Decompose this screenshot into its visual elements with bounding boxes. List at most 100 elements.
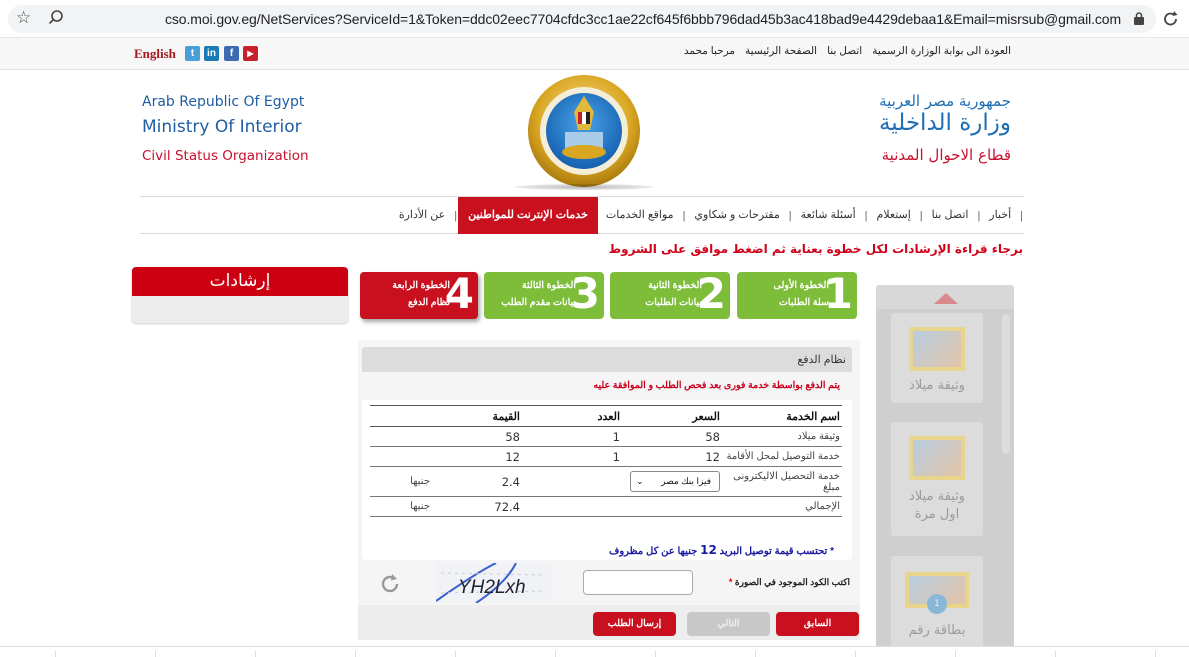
nav-separator: | xyxy=(788,209,792,222)
captcha-image: YH2Lxh xyxy=(436,563,551,603)
ministry-portal-link[interactable]: العودة الى بوابة الوزارة الرسمية xyxy=(872,45,1011,57)
header-en-org: Civil Status Organization xyxy=(142,148,309,164)
service-card-id-card[interactable]: 1 بطاقة رقم xyxy=(891,556,983,651)
zoom-icon[interactable] xyxy=(48,9,64,25)
nav-separator: | xyxy=(682,209,686,222)
header-ar-country: جمهورية مصر العربية xyxy=(879,92,1011,110)
step-title: الخطوة الثالثة xyxy=(521,280,576,291)
nav-news[interactable]: أخبار xyxy=(981,197,1019,234)
nav-separator: | xyxy=(1020,209,1023,222)
total-row: الإجمالي 72.4 جنيها xyxy=(370,496,842,517)
payment-note: يتم الدفع بواسطة خدمة فورى بعد فحص الطلب… xyxy=(593,380,840,391)
youtube-icon[interactable]: ▶ xyxy=(243,46,258,61)
star-icon[interactable]: ☆ xyxy=(16,8,31,28)
total-value: 72.4 xyxy=(432,496,522,517)
birth-certificate-image xyxy=(909,327,965,371)
postal-note-prefix: * تحتسب قيمة توصيل البريد xyxy=(719,546,834,557)
payment-method-value: فيزا بنك مصر xyxy=(661,476,711,486)
step-number: 4 xyxy=(444,269,474,318)
logo-shadow xyxy=(515,184,653,190)
step-title: الخطوة الرابعة xyxy=(392,280,450,291)
step-4[interactable]: 4 الخطوة الرابعة نظام الدفع xyxy=(360,269,478,319)
required-mark: * xyxy=(728,577,733,587)
english-link[interactable]: English xyxy=(134,46,176,62)
step-title: الخطوة الأولى xyxy=(773,280,829,291)
top-strip: English t in f ▶ مرحبا محمد الصفحة الرئي… xyxy=(0,38,1189,70)
instructions-notice: برجاء قراءة الإرشادات لكل خطوة بعناية ثم… xyxy=(608,242,1023,256)
nav-contact[interactable]: اتصل بنا xyxy=(924,197,977,234)
guide-title: إرشادات xyxy=(132,267,348,296)
captcha-input[interactable] xyxy=(583,570,693,595)
step-number: 2 xyxy=(696,269,726,318)
step-3[interactable]: 3 الخطوة الثالثة بيانات مقدم الطلب xyxy=(484,269,604,319)
step-2[interactable]: 2 الخطوة الثانية بيانات الطلبات xyxy=(610,269,730,319)
service-count: 1 xyxy=(522,426,622,447)
total-unit: جنيها xyxy=(370,496,432,517)
e-fee-row: خدمة التحصيل الاليكترونى مبلغ فيزا بنك م… xyxy=(370,466,842,497)
postal-note: * تحتسب قيمة توصيل البريد 12 جنيها عن كل… xyxy=(609,543,834,557)
captcha-label: اكتب الكود الموجود في الصورة * xyxy=(729,577,850,588)
col-price: السعر xyxy=(622,405,722,427)
service-name: خدمة التوصيل لمحل الأقامة xyxy=(722,446,842,467)
previous-button[interactable]: السابق xyxy=(776,612,859,636)
service-card-label: وثيقة ميلاد xyxy=(909,378,965,393)
nav-inquiry[interactable]: إستعلام xyxy=(869,197,919,234)
slider-up-arrow-icon[interactable] xyxy=(934,293,958,304)
nav-about[interactable]: عن الأدارة xyxy=(391,197,453,234)
col-service: اسم الخدمة xyxy=(722,405,842,427)
e-fee-value: 2.4 xyxy=(432,466,522,497)
step-subtitle: بيانات مقدم الطلب xyxy=(501,297,576,308)
nav-faq[interactable]: أسئلة شائعة xyxy=(793,197,864,234)
table-row: وثيقة ميلاد 58 1 58 xyxy=(370,426,842,447)
service-unit xyxy=(370,446,432,467)
service-count: 1 xyxy=(522,446,622,467)
service-price: 12 xyxy=(622,446,722,467)
nav-service-locations[interactable]: مواقع الخدمات xyxy=(598,197,682,234)
payment-method-select[interactable]: فيزا بنك مصر ⌄ xyxy=(630,471,720,492)
address-bar[interactable]: ☆ cso.moi.gov.eg/NetServices?ServiceId=1… xyxy=(8,5,1156,33)
service-card-label: وثيقة ميلاد اول مرة xyxy=(909,489,965,522)
contact-link[interactable]: اتصل بنا xyxy=(827,45,862,57)
step-subtitle: بيانات الطلبات xyxy=(645,297,702,308)
nav-separator: | xyxy=(977,209,981,222)
nav-suggestions[interactable]: مقترحات و شكاوي xyxy=(686,197,787,234)
table-header-row: اسم الخدمة السعر العدد القيمة xyxy=(370,405,842,427)
next-button[interactable]: التالي xyxy=(687,612,770,636)
top-links: مرحبا محمد الصفحة الرئيسية اتصل بنا العو… xyxy=(684,45,1011,57)
step-number: 3 xyxy=(570,269,600,318)
twitter-icon[interactable]: t xyxy=(185,46,200,61)
welcome-user: مرحبا محمد xyxy=(683,45,736,57)
reload-icon[interactable] xyxy=(1161,9,1181,29)
lock-icon[interactable] xyxy=(1134,12,1144,25)
service-card-label: بطاقة رقم xyxy=(908,623,966,638)
service-card-birth-cert[interactable]: وثيقة ميلاد xyxy=(891,313,983,403)
facebook-icon[interactable]: f xyxy=(224,46,239,61)
nav-separator: | xyxy=(864,209,868,222)
payment-header: نظام الدفع xyxy=(362,347,852,372)
slider-scrollbar[interactable] xyxy=(1002,314,1010,454)
url-text[interactable]: cso.moi.gov.eg/NetServices?ServiceId=1&T… xyxy=(165,11,1121,27)
payment-card: اسم الخدمة السعر العدد القيمة وثيقة ميلا… xyxy=(362,400,852,560)
chevron-down-icon: ⌄ xyxy=(636,476,644,486)
step-1[interactable]: 1 الخطوة الأولى سلة الطلبات xyxy=(737,269,857,319)
postal-note-amount: 12 xyxy=(700,543,717,557)
captcha-refresh-icon[interactable] xyxy=(378,572,402,596)
step-subtitle: نظام الدفع xyxy=(408,297,450,308)
home-link[interactable]: الصفحة الرئيسية xyxy=(745,45,817,57)
header-en-country: Arab Republic Of Egypt xyxy=(142,94,305,110)
col-unit xyxy=(370,405,432,427)
step-number: 1 xyxy=(823,269,853,318)
browser-toolbar: ☆ cso.moi.gov.eg/NetServices?ServiceId=1… xyxy=(0,0,1189,38)
step-title: الخطوة الثانية xyxy=(648,280,702,291)
payment-panel: نظام الدفع يتم الدفع بواسطة خدمة فورى بع… xyxy=(358,340,860,640)
slider-header xyxy=(876,285,1014,309)
guide-box: إرشادات xyxy=(132,267,348,323)
main-nav: عن الأدارة | خدمات الإنترنت للمواطنين مو… xyxy=(140,196,1024,234)
service-unit xyxy=(370,426,432,447)
service-price: 58 xyxy=(622,426,722,447)
nav-online-services[interactable]: خدمات الإنترنت للمواطنين xyxy=(458,197,598,234)
submit-button[interactable]: إرسال الطلب xyxy=(593,612,676,636)
col-count: العدد xyxy=(522,405,622,427)
service-card-first-birth-cert[interactable]: وثيقة ميلاد اول مرة xyxy=(891,422,983,536)
linkedin-icon[interactable]: in xyxy=(204,46,219,61)
